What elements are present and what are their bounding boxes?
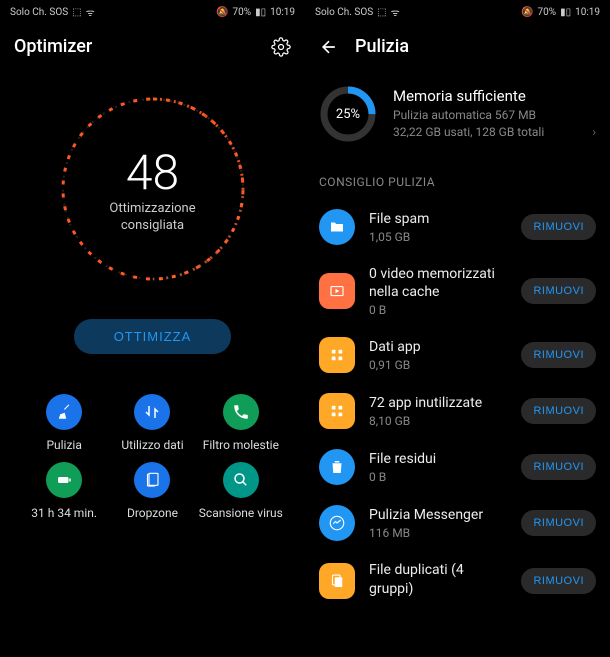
grid-item-utilizzo-dati[interactable]: Utilizzo dati [108,394,196,452]
sim-icon: ⬚ [377,7,386,18]
clock: 10:19 [575,7,600,18]
memory-summary[interactable]: 25% Memoria sufficiente Pulizia automati… [305,69,610,159]
clean-row-app-unused: 72 app inutilizzate 8,10 GB RIMUOVI [305,383,610,439]
remove-button[interactable]: RIMUOVI [521,214,596,240]
battery-icon [46,462,82,498]
clean-title: File spam [369,210,507,228]
clean-title: File residui [369,450,507,468]
optimize-button[interactable]: OTTIMIZZA [74,319,232,354]
carrier: Solo Ch. SOS [315,7,373,18]
section-heading: CONSIGLIO PULIZIA [305,159,610,199]
grid-item-dropzone[interactable]: Dropzone [108,462,196,520]
chevron-right-icon: › [592,124,596,141]
header: Pulizia [305,24,610,69]
grid-label: Dropzone [127,506,178,520]
clean-sub: 8,10 GB [369,414,507,428]
grid-label: 31 h 34 min. [31,506,97,520]
battery-pct: 70% [233,7,252,18]
apps-grid-icon [319,337,355,373]
back-button[interactable] [319,37,339,57]
trash-icon [319,449,355,485]
grid-item-filtro[interactable]: Filtro molestie [197,394,285,452]
video-icon [319,273,355,309]
battery-icon: ▮▯ [560,7,571,18]
pulizia-screen: Solo Ch. SOS ⬚ ᯤ 🔕 70% ▮▯ 10:19 Pulizia … [305,0,610,657]
clean-row-dati-app: Dati app 0,91 GB RIMUOVI [305,327,610,383]
optimizer-screen: Solo Ch. SOS ⬚ ᯤ 🔕 70% ▮▯ 10:19 Optimize… [0,0,305,657]
memory-line1: Pulizia automatica 567 MB [393,107,596,124]
block-call-icon [223,394,259,430]
mute-icon: 🔕 [521,7,533,18]
folder-icon [319,209,355,245]
memory-donut: 25% [319,85,377,143]
clean-row-messenger: Pulizia Messenger 116 MB RIMUOVI [305,495,610,551]
virus-scan-icon [223,462,259,498]
mute-icon: 🔕 [216,7,228,18]
dropzone-icon [134,462,170,498]
remove-button[interactable]: RIMUOVI [521,568,596,594]
remove-button[interactable]: RIMUOVI [521,278,596,304]
clean-title: 0 video memorizzati nella cache [369,265,507,301]
page-title: Pulizia [355,36,596,57]
clock: 10:19 [270,7,295,18]
grid-label: Filtro molestie [203,438,279,452]
clean-sub: 0 B [369,303,507,317]
clean-title: Pulizia Messenger [369,506,507,524]
grid-item-battery[interactable]: 31 h 34 min. [20,462,108,520]
grid-item-scan[interactable]: Scansione virus [197,462,285,520]
remove-button[interactable]: RIMUOVI [521,342,596,368]
ring-label: Ottimizzazione consigliata [109,201,195,235]
memory-percent: 25% [319,85,377,143]
remove-button[interactable]: RIMUOVI [521,510,596,536]
remove-button[interactable]: RIMUOVI [521,454,596,480]
score-ring: 48 Ottimizzazione consigliata [0,69,305,309]
clean-sub: 0 B [369,470,507,484]
settings-button[interactable] [271,37,291,57]
clean-row-video-cache: 0 video memorizzati nella cache 0 B RIMU… [305,255,610,327]
clean-title: 72 app inutilizzate [369,394,507,412]
grid-item-pulizia[interactable]: Pulizia [20,394,108,452]
carrier: Solo Ch. SOS [10,7,68,18]
clean-row-file-spam: File spam 1,05 GB RIMUOVI [305,199,610,255]
grid-label: Pulizia [46,438,81,452]
battery-icon: ▮▯ [255,7,266,18]
clean-title: Dati app [369,338,507,356]
clean-row-file-residui: File residui 0 B RIMUOVI [305,439,610,495]
wifi-icon: ᯤ [86,5,95,19]
clean-sub: 1,05 GB [369,230,507,244]
clean-title: File duplicati (4 gruppi) [369,561,507,597]
clean-row-duplicati: File duplicati (4 gruppi) RIMUOVI [305,551,610,609]
tools-grid: Pulizia Utilizzo dati Filtro molestie 31… [0,354,305,520]
apps-grid-icon [319,393,355,429]
wifi-icon: ᯤ [391,5,400,19]
grid-label: Utilizzo dati [121,438,183,452]
duplicate-files-icon [319,563,355,599]
memory-title: Memoria sufficiente [393,87,596,105]
remove-button[interactable]: RIMUOVI [521,398,596,424]
page-title: Optimizer [14,36,271,57]
sim-icon: ⬚ [72,7,81,18]
battery-pct: 70% [538,7,557,18]
grid-label: Scansione virus [199,506,283,520]
header: Optimizer [0,24,305,69]
clean-sub: 0,91 GB [369,358,507,372]
messenger-icon [319,505,355,541]
status-bar: Solo Ch. SOS ⬚ ᯤ 🔕 70% ▮▯ 10:19 [0,0,305,24]
data-usage-icon [134,394,170,430]
clean-sub: 116 MB [369,526,507,540]
status-bar: Solo Ch. SOS ⬚ ᯤ 🔕 70% ▮▯ 10:19 [305,0,610,24]
broom-icon [46,394,82,430]
score-value: 48 [126,144,179,201]
memory-line2: 32,22 GB usati, 128 GB totali [393,124,544,141]
